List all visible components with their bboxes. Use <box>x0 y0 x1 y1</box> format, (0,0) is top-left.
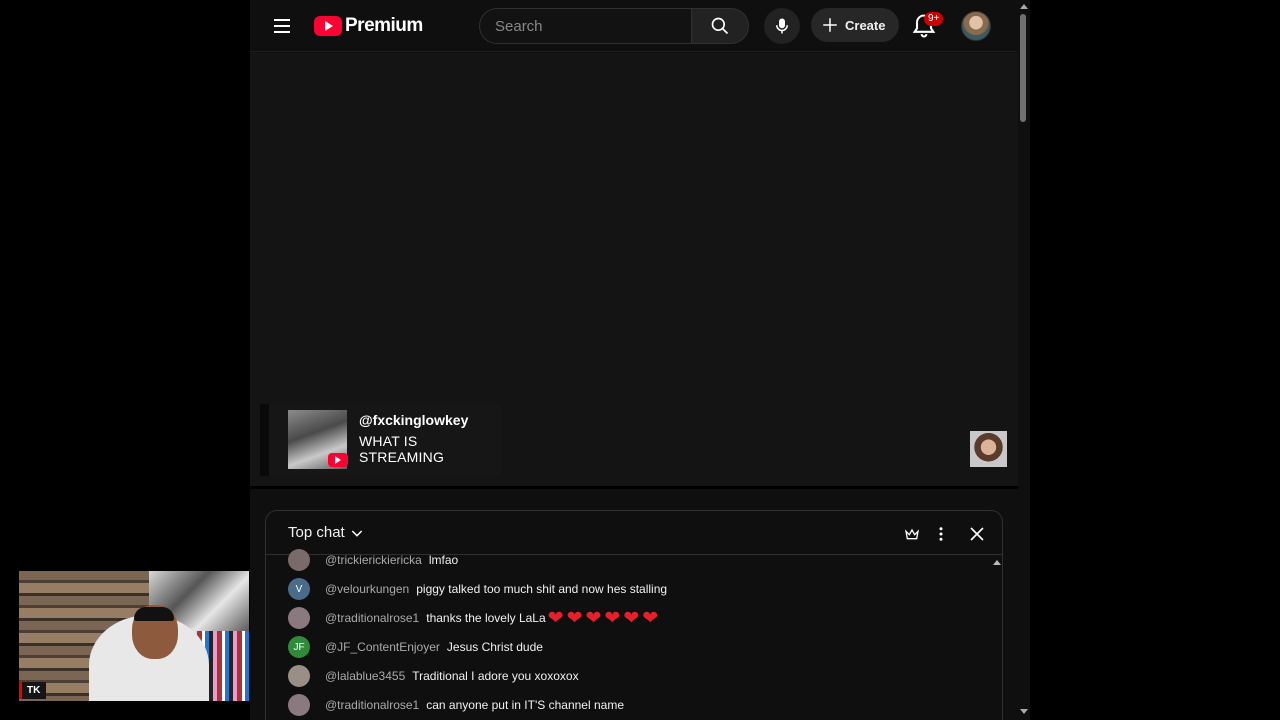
close-chat-button[interactable] <box>966 523 988 545</box>
chat-avatar <box>288 607 310 629</box>
top-chat-label: Top chat <box>288 524 345 541</box>
youtube-logo-icon <box>314 16 342 36</box>
youtube-play-icon <box>328 453 348 467</box>
chat-message: @traditionalrose1 can anyone put in IT'S… <box>288 693 624 717</box>
chat-text: lmfao <box>428 553 459 567</box>
chat-message: @trickierickiericka lmfao <box>288 548 458 572</box>
chevron-down-icon <box>351 529 362 537</box>
chat-text: Jesus Christ dude <box>446 640 543 654</box>
guest-thumbnail <box>970 431 1007 467</box>
chat-text: thanks the lovely LaLa <box>426 611 546 625</box>
chat-text: can anyone put in IT'S channel name <box>426 698 624 712</box>
divider <box>250 486 1018 489</box>
chat-message: @traditionalrose1 thanks the lovely LaLa… <box>288 606 661 630</box>
search-button[interactable] <box>691 8 749 44</box>
overlay-username: @fxckinglowkey <box>359 412 469 428</box>
webcam-overlay: TK <box>19 571 249 701</box>
scroll-down-arrow-icon[interactable] <box>1020 709 1028 714</box>
voice-search-button[interactable] <box>764 8 800 44</box>
chat-author[interactable]: @traditionalrose1 <box>325 611 419 625</box>
notification-badge: 9+ <box>924 12 944 26</box>
chat-more-button[interactable] <box>930 523 952 545</box>
search-box[interactable] <box>479 8 692 44</box>
chat-author[interactable]: @trickierickiericka <box>325 553 422 567</box>
close-icon <box>970 527 984 541</box>
search-icon <box>711 17 729 35</box>
chat-message: JF @JF_ContentEnjoyer Jesus Christ dude <box>288 635 543 659</box>
streamer-cap <box>134 607 174 621</box>
chat-author[interactable]: @velourkungen <box>325 582 409 596</box>
page-scrollbar[interactable] <box>1016 0 1030 720</box>
chat-message: @lalablue3455 Traditional I adore you xo… <box>288 664 579 688</box>
create-button[interactable]: Create <box>811 8 899 42</box>
screen: Premium Create 9+ @fxckinglowkey WHAT IS… <box>0 0 1280 720</box>
scroll-up-arrow-icon[interactable] <box>1020 4 1028 9</box>
youtube-premium-logo[interactable]: Premium <box>314 14 423 38</box>
chat-text: Traditional I adore you xoxoxox <box>412 669 579 683</box>
menu-icon[interactable] <box>270 14 296 38</box>
chat-avatar: JF <box>288 636 310 658</box>
masthead: Premium Create 9+ <box>250 0 1020 52</box>
chat-avatar <box>288 665 310 687</box>
chat-text: piggy talked too much shit and now hes s… <box>416 582 668 596</box>
top-chat-dropdown[interactable]: Top chat <box>288 524 365 541</box>
heart-emoji-icons: ❤❤❤❤❤❤ <box>547 607 662 629</box>
search-input[interactable] <box>495 17 675 35</box>
chat-message: V @velourkungen piggy talked too much sh… <box>288 577 667 601</box>
mic-icon <box>776 18 788 34</box>
crown-button[interactable] <box>901 523 923 545</box>
overlay-thumbnail <box>288 410 348 469</box>
more-vert-icon <box>939 527 943 541</box>
crown-icon <box>904 528 920 540</box>
chat-avatar <box>288 549 310 571</box>
webcam-label: TK <box>19 682 47 699</box>
overlay-message: WHAT IS STREAMING <box>359 433 445 465</box>
create-label: Create <box>845 17 886 33</box>
chat-highlight-card: @fxckinglowkey WHAT IS STREAMING <box>260 404 501 476</box>
live-chat-panel: Top chat @trickierickiericka lmfao V @ve… <box>265 510 1003 720</box>
account-avatar[interactable] <box>961 11 991 41</box>
chat-author[interactable]: @JF_ContentEnjoyer <box>325 640 440 654</box>
chat-author[interactable]: @traditionalrose1 <box>325 698 419 712</box>
chat-scroll-up-icon[interactable] <box>993 560 1001 565</box>
plus-icon <box>823 18 837 32</box>
chat-author[interactable]: @lalablue3455 <box>325 669 405 683</box>
chat-avatar <box>288 694 310 716</box>
logo-text: Premium <box>345 15 423 36</box>
scroll-thumb[interactable] <box>1020 14 1026 122</box>
chat-avatar: V <box>288 578 310 600</box>
